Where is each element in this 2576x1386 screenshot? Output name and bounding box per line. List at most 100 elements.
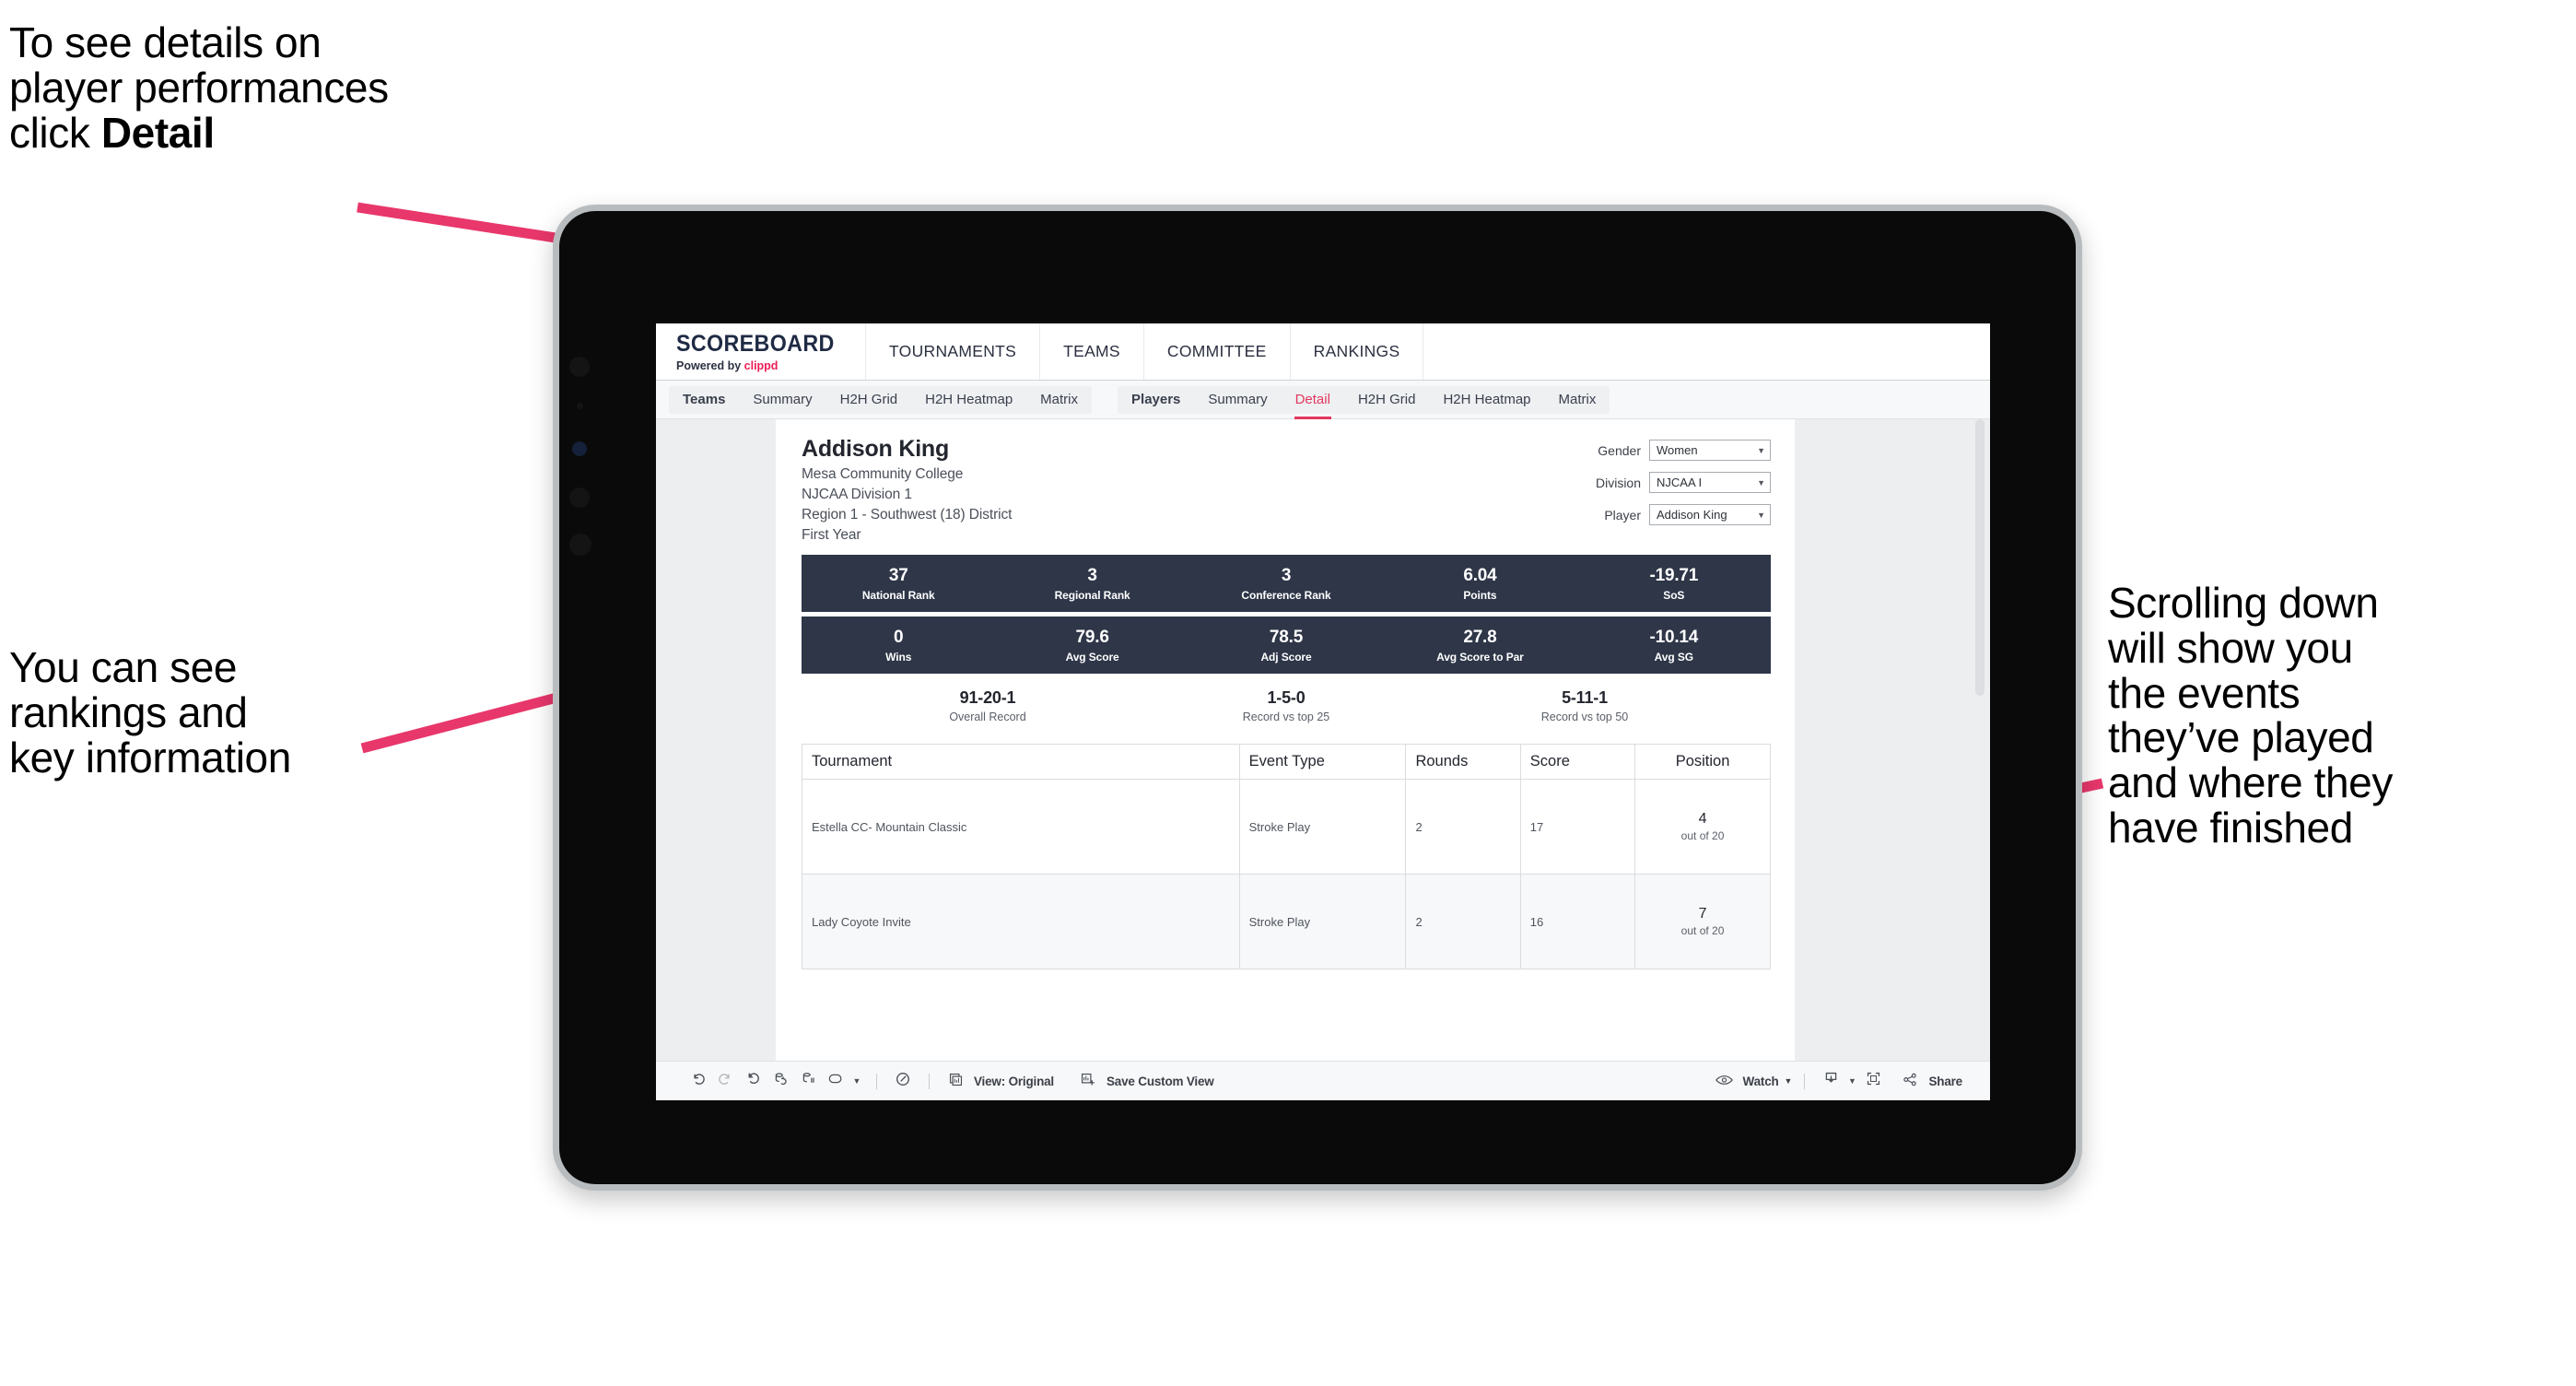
record-vs-top-25: 1-5-0 Record vs top 25 [1137, 688, 1435, 723]
brand-name: SCOREBOARD [676, 331, 835, 357]
player-division: NJCAA Division 1 [802, 487, 912, 502]
camera-dot-icon [569, 357, 590, 377]
fullscreen-icon[interactable] [1859, 1071, 1887, 1091]
toolbar-dropdown-caret-icon[interactable]: ▼ [849, 1076, 864, 1086]
chevron-down-icon: ▼ [1757, 477, 1765, 487]
reset-filters-icon[interactable] [822, 1071, 849, 1091]
stat-avg-sg: -10.14 Avg SG [1577, 628, 1771, 664]
cell-tournament: Estella CC- Mountain Classic [802, 779, 1240, 875]
stat-regional-rank-value: 3 [1087, 565, 1097, 585]
stat-points-label: Points [1463, 588, 1497, 602]
brand-logo[interactable]: SCOREBOARD Powered by clippd [656, 323, 866, 380]
pause-auto-updates-icon[interactable] [794, 1071, 822, 1091]
column-header-score[interactable]: Score [1519, 744, 1636, 780]
annotation-top-left: To see details on player performances cl… [9, 20, 617, 155]
record-vs-top-50: 5-11-1 Record vs top 50 [1435, 688, 1734, 723]
share-icon [1896, 1072, 1924, 1090]
save-view-icon [1074, 1072, 1102, 1090]
cell-score: 17 [1519, 779, 1636, 875]
redo-icon[interactable] [711, 1071, 739, 1091]
view-original-button[interactable]: View: Original [942, 1072, 1054, 1090]
tab-players-h2h-grid[interactable]: H2H Grid [1344, 386, 1430, 414]
record-vs-top-25-label: Record vs top 25 [1242, 711, 1330, 723]
watch-button[interactable]: Watch ▼ [1711, 1074, 1793, 1089]
filter-division-value: NJCAA I [1657, 476, 1703, 489]
tab-players-matrix[interactable]: Matrix [1545, 386, 1610, 414]
cell-position-sub: out of 20 [1680, 829, 1725, 842]
column-header-tournament[interactable]: Tournament [802, 744, 1240, 780]
tab-players[interactable]: Players [1118, 386, 1194, 414]
player-header: Addison King Mesa Community College NJCA… [802, 436, 1771, 544]
record-overall-label: Overall Record [949, 711, 1026, 723]
highlight-icon[interactable] [889, 1071, 917, 1092]
sensor-dot-icon [577, 403, 583, 409]
chevron-down-icon: ▼ [1784, 1076, 1793, 1086]
tab-teams[interactable]: Teams [669, 386, 739, 414]
stat-adj-score: 78.5 Adj Score [1189, 628, 1383, 664]
top-nav-items: TOURNAMENTS TEAMS COMMITTEE RANKINGS [866, 323, 1424, 380]
stat-conference-rank-value: 3 [1281, 565, 1292, 585]
column-header-event-type[interactable]: Event Type [1238, 744, 1407, 780]
tab-players-summary[interactable]: Summary [1194, 386, 1281, 414]
table-row[interactable]: Estella CC- Mountain Classic Stroke Play… [802, 779, 1771, 875]
stat-avg-score-value: 79.6 [1075, 627, 1109, 647]
record-overall: 91-20-1 Overall Record [838, 688, 1137, 723]
cell-score: 16 [1519, 874, 1636, 969]
share-button[interactable]: Share [1896, 1072, 1962, 1090]
filter-player: Player Addison King ▼ [1596, 504, 1771, 525]
revert-icon[interactable] [739, 1071, 767, 1091]
cell-position-value: 7 [1698, 906, 1707, 922]
record-vs-top-50-value: 5-11-1 [1562, 688, 1608, 707]
undo-icon[interactable] [684, 1071, 711, 1091]
column-header-rounds[interactable]: Rounds [1405, 744, 1521, 780]
save-custom-view-button[interactable]: Save Custom View [1074, 1072, 1214, 1090]
share-label: Share [1928, 1074, 1962, 1088]
stat-avg-score-to-par: 27.8 Avg Score to Par [1383, 628, 1576, 664]
tab-teams-summary[interactable]: Summary [739, 386, 825, 414]
download-icon[interactable] [1817, 1071, 1844, 1091]
brand-powered-prefix: Powered by [676, 359, 744, 372]
stat-wins: 0 Wins [802, 628, 995, 664]
filter-gender-select[interactable]: Women ▼ [1649, 440, 1771, 461]
stat-wins-label: Wins [885, 650, 912, 664]
vertical-scrollbar-thumb[interactable] [1975, 419, 1985, 696]
tab-teams-matrix[interactable]: Matrix [1026, 386, 1092, 414]
stat-adj-score-label: Adj Score [1260, 650, 1312, 664]
cell-event-type: Stroke Play [1238, 779, 1407, 875]
cell-position: 4 out of 20 [1634, 779, 1771, 875]
stat-points-value: 6.04 [1463, 565, 1497, 585]
stat-conference-rank-label: Conference Rank [1241, 588, 1331, 602]
cell-position-sub: out of 20 [1680, 924, 1725, 937]
content-left-gutter [656, 419, 776, 1061]
tab-players-detail[interactable]: Detail [1282, 386, 1344, 419]
nav-item-tournaments[interactable]: TOURNAMENTS [866, 323, 1041, 380]
filter-gender-value: Women [1657, 443, 1698, 457]
nav-item-teams[interactable]: TEAMS [1040, 323, 1144, 380]
filter-division-select[interactable]: NJCAA I ▼ [1649, 472, 1771, 493]
chevron-down-icon: ▼ [1757, 445, 1765, 455]
nav-item-committee[interactable]: COMMITTEE [1144, 323, 1291, 380]
filter-player-select[interactable]: Addison King ▼ [1649, 504, 1771, 525]
content-right-gutter [1795, 419, 1990, 1061]
table-row[interactable]: Lady Coyote Invite Stroke Play 2 16 7 ou… [802, 874, 1771, 969]
refresh-data-icon[interactable] [767, 1071, 794, 1091]
filter-player-label: Player [1604, 507, 1641, 523]
filter-division: Division NJCAA I ▼ [1596, 472, 1771, 493]
watch-label: Watch [1742, 1074, 1779, 1088]
download-caret-icon[interactable]: ▼ [1844, 1076, 1859, 1086]
top-navigation-bar: SCOREBOARD Powered by clippd TOURNAMENTS… [656, 323, 1990, 381]
tab-teams-h2h-heatmap[interactable]: H2H Heatmap [911, 386, 1026, 414]
tab-players-h2h-heatmap[interactable]: H2H Heatmap [1429, 386, 1544, 414]
speaker-dot-icon [569, 487, 590, 508]
stat-points: 6.04 Points [1383, 566, 1576, 602]
annotation-top-left-bold: Detail [100, 108, 215, 157]
tableau-toolbar: ▼ View: Original Save Custom View Watch … [656, 1061, 1990, 1100]
column-header-position[interactable]: Position [1634, 744, 1771, 780]
record-vs-top-50-label: Record vs top 50 [1540, 711, 1629, 723]
tab-teams-h2h-grid[interactable]: H2H Grid [826, 386, 912, 414]
view-original-label: View: Original [974, 1074, 1054, 1088]
player-name: Addison King [802, 436, 950, 462]
nav-item-rankings[interactable]: RANKINGS [1291, 323, 1424, 380]
stat-national-rank: 37 National Rank [802, 566, 995, 602]
table-header-row: Tournament Event Type Rounds Score Posit… [802, 744, 1771, 780]
